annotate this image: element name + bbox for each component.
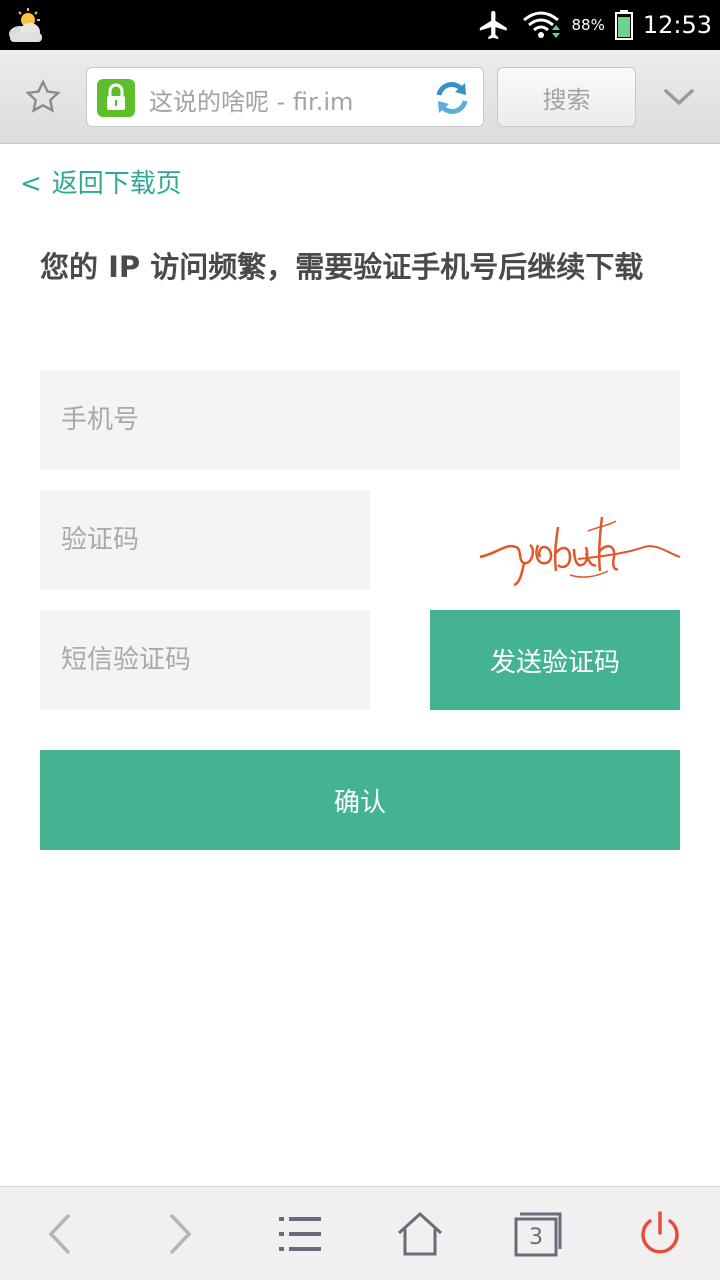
battery-icon <box>614 10 633 40</box>
send-code-button[interactable]: 发送验证码 <box>430 610 680 710</box>
phone-input[interactable] <box>40 370 680 470</box>
wifi-icon <box>523 11 561 38</box>
chevron-down-icon[interactable] <box>660 82 698 112</box>
clock: 12:53 <box>642 11 712 39</box>
address-bar[interactable]: 这说的啥呢 - fir.im <box>86 67 484 127</box>
captcha-image[interactable] <box>478 505 682 593</box>
airplane-icon <box>480 10 508 40</box>
lock-icon <box>97 79 135 117</box>
bottom-nav-bar: 3 <box>0 1186 720 1280</box>
browser-toolbar: 这说的啥呢 - fir.im 搜索 <box>0 50 720 144</box>
captcha-input[interactable] <box>40 490 370 590</box>
tabs-icon[interactable]: 3 <box>512 1211 562 1257</box>
page-title-url: 这说的啥呢 - fir.im <box>149 88 354 116</box>
back-chevron: < <box>20 169 42 199</box>
forward-arrow-icon[interactable] <box>155 1211 205 1257</box>
reload-icon[interactable] <box>431 77 473 119</box>
tab-count: 3 <box>529 1224 543 1250</box>
back-to-download-link[interactable]: < 返回下载页 <box>20 163 182 200</box>
weather-icon <box>9 8 42 42</box>
battery-percent: 88% <box>571 16 605 34</box>
sms-code-input[interactable] <box>40 610 370 710</box>
search-button[interactable]: 搜索 <box>497 67 636 127</box>
star-icon[interactable] <box>24 78 62 116</box>
page-heading: 您的 IP 访问频繁，需要验证手机号后继续下载 <box>40 250 644 284</box>
power-icon[interactable] <box>635 1211 685 1257</box>
menu-list-icon[interactable] <box>275 1211 325 1257</box>
home-icon[interactable] <box>395 1211 445 1257</box>
confirm-button[interactable]: 确认 <box>40 750 680 850</box>
status-bar: 88% 12:53 <box>0 0 720 50</box>
back-link-label: 返回下载页 <box>51 169 182 199</box>
back-arrow-icon[interactable] <box>35 1211 85 1257</box>
